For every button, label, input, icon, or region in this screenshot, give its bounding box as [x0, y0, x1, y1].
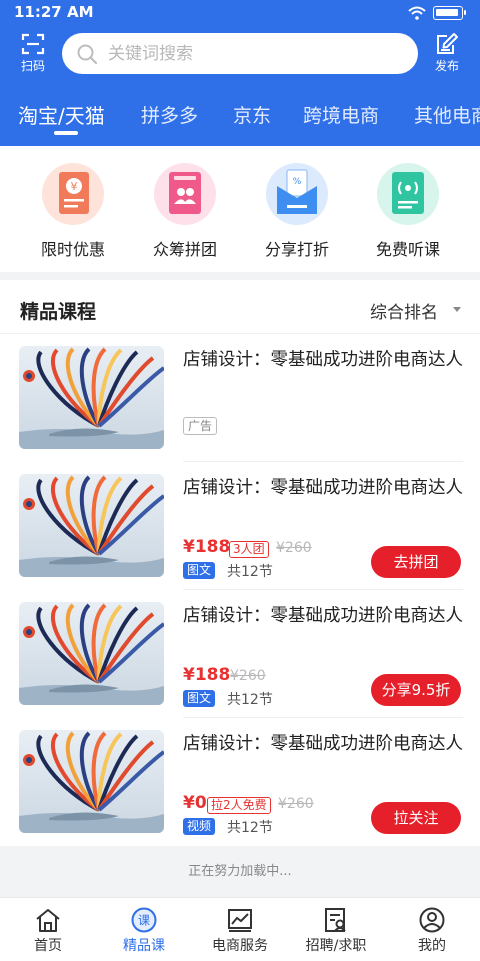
tab-cross-border[interactable]: 跨境电商 [303, 101, 379, 128]
course-title: 店铺设计：零基础成功进阶电商达人 [183, 734, 463, 754]
tab-indicator [54, 131, 78, 135]
scan-icon [21, 33, 45, 55]
feature-grid: ¥ 限时优惠 众筹拼团 % 分享打折 免费听课 [0, 146, 480, 272]
feature-group-buy[interactable]: 众筹拼团 [130, 162, 240, 262]
tab-pinduoduo[interactable]: 拼多多 [141, 101, 198, 128]
bottom-tab-bar: 首页 课 精品课 电商服务 招聘/求职 我的 [0, 897, 480, 961]
course-price: ¥188 [183, 537, 231, 557]
caret-down-icon[interactable] [453, 307, 461, 312]
course-section: 精品课程 综合排名 店铺设计：零基础成功进阶电商达人 广告 店铺设计：零基础成功… [0, 280, 480, 846]
content-type-badge: 图文 [183, 562, 216, 579]
feature-label: 限时优惠 [40, 240, 105, 259]
tab-jd[interactable]: 京东 [233, 101, 271, 128]
promo-badge: 3人团 [229, 541, 269, 558]
join-group-button[interactable]: 去拼团 [371, 546, 461, 578]
post-button[interactable]: 发布 [424, 30, 470, 78]
group-ticket-icon [154, 163, 216, 225]
lesson-count: 共12节 [227, 692, 273, 708]
share-discount-button[interactable]: 分享9.5折 [371, 674, 461, 706]
course-title: 店铺设计：零基础成功进阶电商达人 [183, 478, 463, 498]
course-thumbnail [19, 602, 164, 705]
promo-badge: 拉2人免费 [207, 797, 271, 814]
tab-recruitment[interactable]: 招聘/求职 [288, 898, 384, 961]
search-bar[interactable] [62, 33, 418, 74]
feature-label: 免费听课 [375, 240, 440, 259]
post-label: 发布 [434, 59, 459, 73]
resume-icon [325, 908, 346, 932]
course-thumbnail [19, 474, 164, 577]
original-price: ¥260 [230, 668, 266, 684]
feature-label: 众筹拼团 [152, 240, 217, 259]
share-discount-icon: % [266, 163, 328, 225]
svg-text:¥: ¥ [71, 180, 78, 193]
scan-label: 扫码 [20, 59, 45, 73]
search-input[interactable] [108, 39, 398, 68]
status-time: 11:27 AM [14, 3, 94, 21]
wifi-icon [408, 6, 426, 20]
feature-label: 分享打折 [264, 240, 329, 259]
original-price: ¥260 [278, 796, 314, 812]
course-title: 店铺设计：零基础成功进阶电商达人 [183, 606, 463, 626]
course-price: ¥188 [183, 665, 231, 685]
svg-text:课: 课 [138, 914, 150, 928]
section-title: 精品课程 [20, 301, 97, 323]
course-thumbnail [19, 730, 164, 833]
lesson-count: 共12节 [227, 564, 273, 580]
course-price: ¥0 [183, 793, 207, 813]
course-icon: 课 [131, 907, 157, 933]
tab-label: 首页 [34, 938, 62, 954]
tab-profile[interactable]: 我的 [384, 898, 480, 961]
scan-button[interactable]: 扫码 [10, 30, 56, 78]
app-header: 11:27 AM 扫码 发布 淘宝/天猫 拼多多 京东 [0, 0, 480, 146]
home-icon [36, 909, 60, 932]
chart-icon [228, 909, 252, 932]
battery-icon [433, 6, 466, 20]
tab-taobao-tmall[interactable]: 淘宝/天猫 [18, 100, 105, 129]
tab-other-ecommerce[interactable]: 其他电商 [414, 101, 480, 128]
tab-courses[interactable]: 课 精品课 [96, 898, 192, 961]
tab-ecommerce-services[interactable]: 电商服务 [192, 898, 288, 961]
tab-home[interactable]: 首页 [0, 898, 96, 961]
lesson-count: 共12节 [227, 820, 273, 836]
user-icon [419, 907, 445, 933]
feature-free-class[interactable]: 免费听课 [353, 162, 463, 262]
course-item[interactable]: 店铺设计：零基础成功进阶电商达人 ¥188 3人团 ¥260 图文 共12节 去… [0, 462, 480, 590]
coupon-icon: ¥ [42, 163, 104, 225]
course-thumbnail [19, 346, 164, 449]
course-item[interactable]: 店铺设计：零基础成功进阶电商达人 ¥0 拉2人免费 ¥260 视频 共12节 拉… [0, 718, 480, 846]
course-item[interactable]: 店铺设计：零基础成功进阶电商达人 广告 [0, 334, 480, 462]
feature-share-discount[interactable]: % 分享打折 [242, 162, 352, 262]
content-type-badge: 图文 [183, 690, 216, 707]
tab-label: 我的 [418, 938, 446, 954]
search-icon [77, 44, 98, 65]
course-item[interactable]: 店铺设计：零基础成功进阶电商达人 ¥188 ¥260 图文 共12节 分享9.5… [0, 590, 480, 718]
tab-label: 精品课 [123, 938, 165, 954]
section-header: 精品课程 综合排名 [0, 280, 480, 334]
edit-icon [437, 33, 458, 54]
loading-indicator: 正在努力加载中... [188, 864, 292, 879]
status-bar: 11:27 AM [0, 0, 480, 26]
tab-label: 电商服务 [212, 938, 268, 954]
course-title: 店铺设计：零基础成功进阶电商达人 [183, 350, 463, 370]
original-price: ¥260 [276, 540, 312, 556]
ad-badge: 广告 [183, 417, 218, 435]
svg-text:%: % [293, 177, 302, 187]
free-audio-icon [377, 163, 439, 225]
tab-label: 招聘/求职 [305, 938, 367, 954]
feature-limited-offer[interactable]: ¥ 限时优惠 [18, 162, 128, 262]
follow-button[interactable]: 拉关注 [371, 802, 461, 834]
content-type-badge: 视频 [183, 818, 216, 835]
sort-dropdown[interactable]: 综合排名 [370, 298, 438, 323]
